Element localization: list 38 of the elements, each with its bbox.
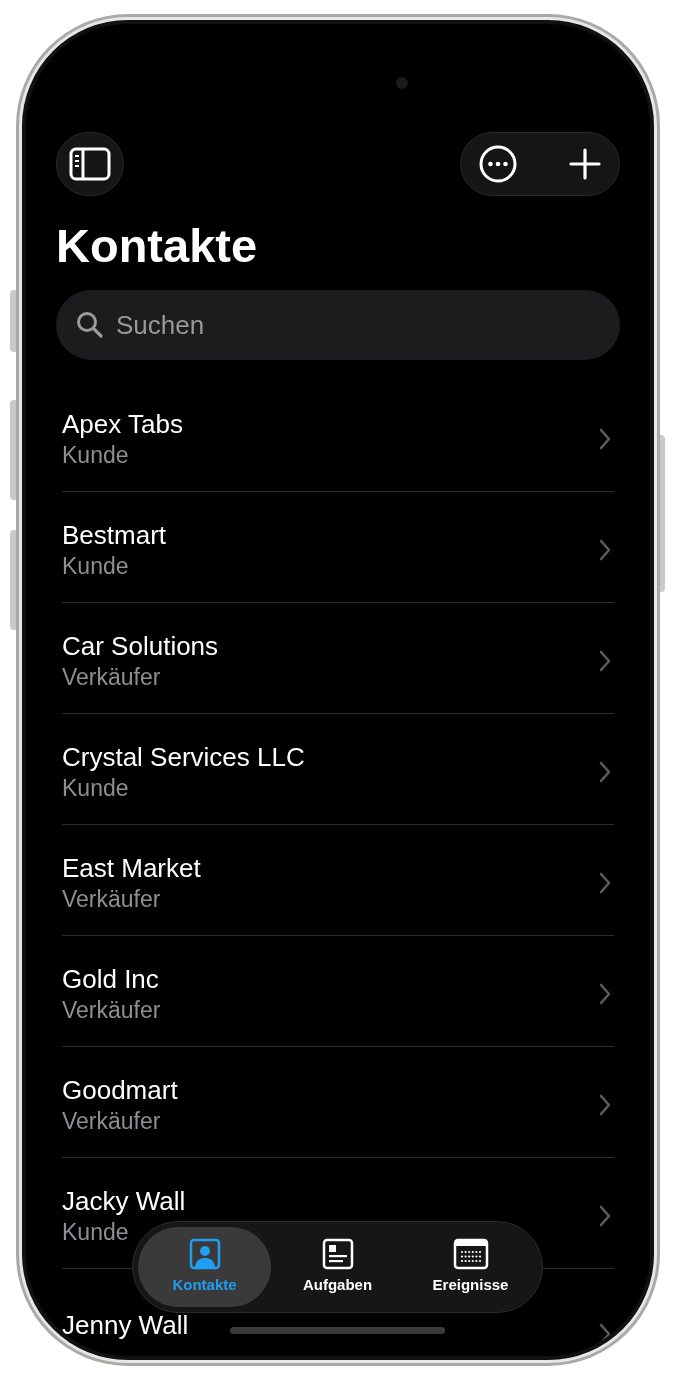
calendar-icon	[452, 1237, 489, 1270]
contact-name: Car Solutions	[62, 630, 219, 662]
contact-name: Jacky Wall	[62, 1185, 186, 1217]
more-icon[interactable]	[479, 145, 517, 183]
contact-name: Goodmart	[62, 1074, 178, 1106]
contact-role: Verkäufer	[62, 885, 161, 914]
chevron-icon	[598, 983, 612, 1005]
contact-role: Kunde	[62, 552, 129, 581]
chevron-icon	[598, 539, 612, 561]
contact-role: Kunde	[62, 774, 129, 803]
contact-name: Jenny Wall	[62, 1309, 189, 1341]
search-field[interactable]: Suchen	[56, 290, 620, 360]
contact-name: Gold Inc	[62, 963, 159, 995]
sidebar-icon	[69, 147, 111, 181]
person-icon	[188, 1237, 221, 1270]
chevron-icon	[598, 1205, 612, 1227]
chevron-icon	[598, 650, 612, 672]
chevron-icon	[598, 872, 612, 894]
contact-name: East Market	[62, 852, 201, 884]
chevron-icon	[598, 428, 612, 450]
search-input[interactable]: Suchen	[116, 305, 600, 345]
contact-name: Crystal Services LLC	[62, 741, 305, 773]
contact-role: Verkäufer	[62, 996, 161, 1025]
tab[interactable]: Ereignisse	[404, 1227, 537, 1307]
contact-name: Bestmart	[62, 519, 167, 551]
contact-role: Kunde	[62, 441, 129, 470]
chevron-icon	[598, 761, 612, 783]
contact-name: Apex Tabs	[62, 408, 183, 440]
contact-role: Verkäufer	[62, 1107, 161, 1136]
page-title: Kontakte	[56, 218, 258, 274]
tab[interactable]: Aufgaben	[271, 1227, 404, 1307]
document-icon	[321, 1237, 354, 1270]
contact-role: Verkäufer	[62, 663, 161, 692]
search-icon	[76, 311, 104, 339]
tab[interactable]: Kontakte	[138, 1227, 271, 1307]
add-icon[interactable]	[569, 148, 601, 180]
chevron-icon	[598, 1094, 612, 1116]
contact-role: Kunde	[62, 1218, 129, 1247]
